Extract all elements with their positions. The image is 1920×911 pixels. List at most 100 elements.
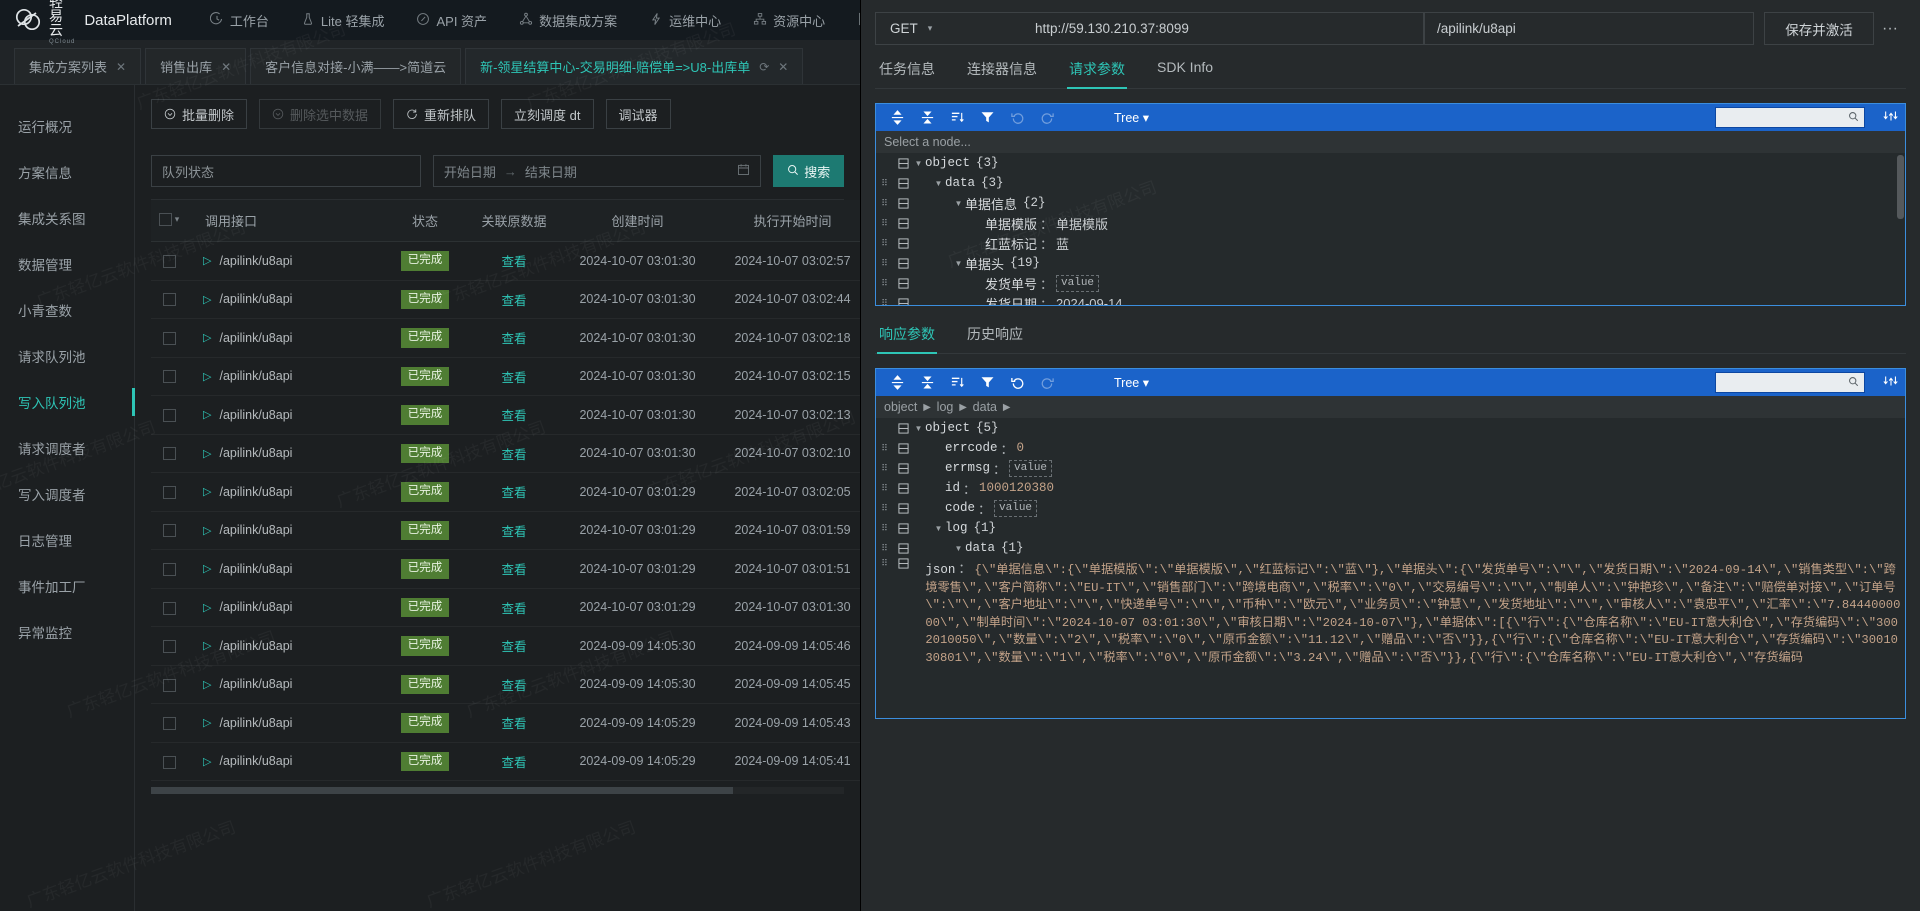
http-method-select[interactable]: GET ▾ [875, 12, 1025, 45]
caret-down-icon[interactable]: ▼ [912, 159, 925, 168]
play-icon[interactable]: ▷ [203, 485, 211, 498]
table-row[interactable]: ▷ /apilink/u8api 已完成 查看 2024-10-07 03:01:29 2… [151, 472, 860, 512]
play-icon[interactable]: ▷ [203, 716, 211, 729]
row-relation-cell[interactable]: 查看 [468, 395, 560, 435]
request-node-path[interactable]: Select a node... [876, 131, 1905, 153]
chevron-down-icon[interactable]: ▾ [175, 214, 180, 225]
json-tree-node[interactable]: ⠿ code： value [876, 498, 1905, 518]
table-row[interactable]: ▷ /apilink/u8api 已完成 查看 2024-10-07 03:01:29 2… [151, 549, 860, 589]
sidebar-item-write-queue[interactable]: 写入队列池 [0, 379, 135, 425]
play-icon[interactable]: ▷ [203, 370, 211, 383]
expand-all-icon[interactable] [882, 369, 912, 396]
caret-down-icon[interactable]: ▼ [932, 179, 945, 188]
drag-handle-icon[interactable]: ⠿ [876, 198, 894, 209]
request-host-input[interactable]: http://59.130.210.37:8099 [1025, 12, 1424, 45]
tab-sdk-info[interactable]: SDK Info [1155, 59, 1215, 88]
row-checkbox[interactable] [162, 640, 176, 654]
play-icon[interactable]: ▷ [203, 601, 211, 614]
refresh-icon[interactable]: ⟳ [759, 60, 769, 74]
row-select-cell[interactable] [151, 241, 187, 281]
drag-handle-icon[interactable]: ⠿ [876, 523, 894, 534]
drag-handle-icon[interactable]: ⠿ [876, 503, 894, 514]
row-checkbox[interactable] [162, 717, 176, 731]
json-tree-node[interactable]: ⠿ errcode： 0 [876, 438, 1905, 458]
more-options-icon[interactable]: ··· [1874, 12, 1906, 45]
json-tree-node[interactable]: ⠿ id： 1000120380 [876, 478, 1905, 498]
row-select-cell[interactable] [151, 549, 187, 589]
nav-item-lite[interactable]: Lite 轻集成 [285, 0, 401, 40]
row-relation-cell[interactable]: 查看 [468, 626, 560, 666]
table-row[interactable]: ▷ /apilink/u8api 已完成 查看 2024-10-07 03:01:30 2… [151, 434, 860, 474]
row-relation-cell[interactable]: 查看 [468, 318, 560, 358]
row-select-cell[interactable] [151, 588, 187, 628]
caret-down-icon[interactable]: ▼ [932, 524, 945, 533]
row-select-cell[interactable] [151, 318, 187, 358]
json-tree-node[interactable]: ⠿ ▼ data {3} [876, 173, 1905, 193]
debugger-button[interactable]: 调试器 [605, 99, 671, 129]
editor-search-input[interactable] [1715, 372, 1865, 393]
node-empty-value[interactable]: value [1056, 274, 1100, 292]
row-select-cell[interactable] [151, 665, 187, 705]
nav-item-finance[interactable]: 财务 [841, 0, 860, 40]
json-tree-node[interactable]: ⠿ ▼ 单据头 {19} [876, 253, 1905, 273]
node-empty-value[interactable]: value [1009, 459, 1053, 477]
play-icon[interactable]: ▷ [203, 447, 211, 460]
editor-mode-select[interactable]: Tree ▾ [1114, 375, 1149, 390]
play-icon[interactable]: ▷ [203, 755, 211, 768]
drag-handle-icon[interactable]: ⠿ [876, 298, 894, 306]
table-row[interactable]: ▷ /apilink/u8api 已完成 查看 2024-10-07 03:01:30 2… [151, 318, 860, 358]
row-select-cell[interactable] [151, 434, 187, 474]
nav-item-data-integration[interactable]: 数据集成方案 [503, 0, 633, 40]
sidebar-item-request-scheduler[interactable]: 请求调度者 [0, 425, 134, 471]
sidebar-item-relation-graph[interactable]: 集成关系图 [0, 195, 134, 241]
table-row[interactable]: ▷ /apilink/u8api 已完成 查看 2024-09-09 14:05:29 2… [151, 742, 860, 782]
tab-response-params[interactable]: 响应参数 [877, 324, 937, 354]
filter-icon[interactable] [972, 104, 1002, 131]
json-tree-node[interactable]: ▼ object {5} [876, 418, 1905, 438]
sidebar-item-data-management[interactable]: 数据管理 [0, 241, 134, 287]
json-tree-node[interactable]: ⠿ 单据模版：单据模版 [876, 213, 1905, 233]
sidebar-item-event-factory[interactable]: 事件加工厂 [0, 563, 134, 609]
editor-mode-select[interactable]: Tree ▾ [1114, 110, 1149, 125]
play-icon[interactable]: ▷ [203, 293, 211, 306]
sidebar-item-overview[interactable]: 运行概况 [0, 103, 134, 149]
row-checkbox[interactable] [162, 254, 176, 268]
tab-request-params[interactable]: 请求参数 [1067, 59, 1127, 89]
row-checkbox[interactable] [162, 370, 176, 384]
table-row[interactable]: ▷ /apilink/u8api 已完成 查看 2024-10-07 03:01:30 2… [151, 241, 860, 281]
sidebar-item-write-scheduler[interactable]: 写入调度者 [0, 471, 134, 517]
editor-search-nav[interactable] [1883, 109, 1899, 123]
json-tree-node[interactable]: ⠿ 发货单号： value [876, 273, 1905, 293]
requeue-button[interactable]: 重新排队 [393, 99, 490, 129]
row-select-cell[interactable] [151, 357, 187, 397]
drag-handle-icon[interactable]: ⠿ [876, 558, 894, 569]
undo-icon[interactable] [1002, 369, 1032, 396]
delete-selected-button[interactable]: 删除选中数据 [259, 99, 382, 129]
drag-handle-icon[interactable]: ⠿ [876, 463, 894, 474]
row-checkbox[interactable] [162, 485, 176, 499]
node-value[interactable]: 单据模版 [1056, 214, 1108, 233]
sidebar-item-query[interactable]: 小青查数 [0, 287, 134, 333]
drag-handle-icon[interactable]: ⠿ [876, 543, 894, 554]
close-icon[interactable]: ✕ [221, 60, 231, 74]
sort-icon[interactable] [942, 104, 972, 131]
drag-handle-icon[interactable]: ⠿ [876, 483, 894, 494]
row-select-cell[interactable] [151, 472, 187, 512]
select-all-header[interactable]: ▾ [151, 200, 187, 242]
play-icon[interactable]: ▷ [203, 562, 211, 575]
row-relation-cell[interactable]: 查看 [468, 434, 560, 474]
editor-search-input[interactable] [1715, 107, 1865, 128]
json-tree-node[interactable]: ⠿ errmsg： value [876, 458, 1905, 478]
caret-down-icon[interactable]: ▼ [952, 544, 965, 553]
row-relation-cell[interactable]: 查看 [468, 588, 560, 628]
drag-handle-icon[interactable]: ⠿ [876, 278, 894, 289]
nav-item-api-assets[interactable]: API 资产 [400, 0, 503, 40]
row-checkbox[interactable] [162, 408, 176, 422]
sidebar-item-request-queue[interactable]: 请求队列池 [0, 333, 134, 379]
response-tree-body[interactable]: ▼ object {5} ⠿ errcode： 0 ⠿ errmsg： value ⠿ id： 100… [876, 418, 1905, 718]
table-row[interactable]: ▷ /apilink/u8api 已完成 查看 2024-09-09 14:05:30 2… [151, 665, 860, 705]
table-row[interactable]: ▷ /apilink/u8api 已完成 查看 2024-09-09 14:05:30 2… [151, 626, 860, 666]
doc-tab-sales-outbound[interactable]: 销售出库 ✕ [145, 48, 247, 84]
drag-handle-icon[interactable]: ⠿ [876, 238, 894, 249]
row-checkbox[interactable] [162, 678, 176, 692]
